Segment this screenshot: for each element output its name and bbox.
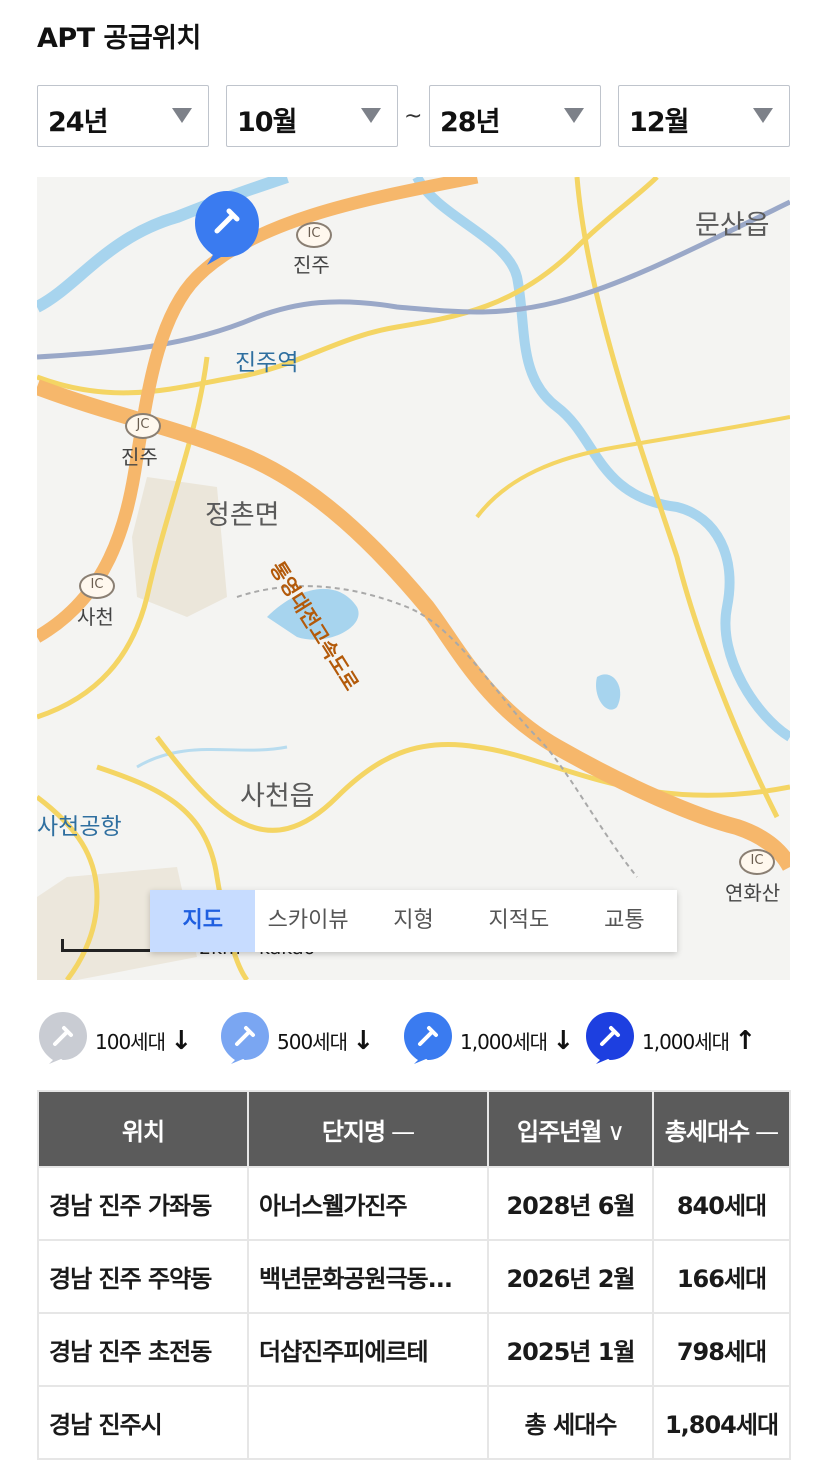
sort-icon: — [391,1117,415,1146]
marker-icon [586,1012,634,1064]
cell-complex: 백년문화공원극동... [247,1239,489,1314]
end-month-select[interactable]: 12월 [618,85,790,147]
ic-badge: IC [296,222,332,248]
map-label-jeongchon: 정촌면 [205,500,280,531]
map-base-layer [37,177,790,980]
legend-label: 500세대 ↓ [277,1026,374,1056]
table-row[interactable]: 경남 진주 초전동 더샵진주피에르테 2025년 1월 798세대 [37,1312,791,1387]
column-header-location: 위치 [37,1090,249,1168]
cell-move-in: 2025년 1월 [487,1312,654,1387]
cell-move-in: 2026년 2월 [487,1239,654,1314]
column-header-units[interactable]: 총세대수 — [652,1090,791,1168]
cell-location: 경남 진주 초전동 [37,1312,249,1387]
legend-label: 1,000세대 ↑ [642,1026,756,1056]
map-view[interactable]: IC 진주 진주역 JC 진주 정촌면 IC 사천 사천읍 사천공항 문산읍 I… [37,177,790,980]
chevron-down-icon [564,108,584,123]
column-header-move-in[interactable]: 입주년월 ∨ [487,1090,654,1168]
apartment-marker[interactable] [195,191,259,265]
jc-badge: JC [125,413,161,439]
map-label-jinju-jc: 진주 [121,445,158,469]
table-total-row: 경남 진주시 총 세대수 1,804세대 [37,1385,791,1460]
ic-badge: IC [739,849,775,875]
cell-units: 166세대 [652,1239,791,1314]
marker-icon [39,1012,87,1064]
chevron-down-icon [172,108,192,123]
tab-traffic[interactable]: 교통 [572,890,677,952]
legend-label: 100세대 ↓ [95,1026,192,1056]
table-row[interactable]: 경남 진주 가좌동 아너스웰가진주 2028년 6월 840세대 [37,1166,791,1241]
cell-location: 경남 진주 가좌동 [37,1166,249,1241]
end-month-value: 12월 [629,107,689,138]
marker-icon [221,1012,269,1064]
cell-total-location: 경남 진주시 [37,1385,249,1460]
start-month-value: 10월 [237,107,297,138]
tab-cadastral[interactable]: 지적도 [466,890,571,952]
cell-location: 경남 진주 주약동 [37,1239,249,1314]
sort-icon: — [755,1117,779,1146]
map-label-yeonhwa: 연화산 [725,881,781,905]
legend-label: 1,000세대 ↓ [460,1026,574,1056]
tab-map[interactable]: 지도 [150,890,256,952]
map-type-tabs: 지도 스카이뷰 지형 지적도 교통 [150,890,677,952]
start-year-select[interactable]: 24년 [37,85,209,147]
start-month-select[interactable]: 10월 [226,85,398,147]
map-label-munsan: 문산읍 [695,210,770,241]
marker-icon [404,1012,452,1064]
chevron-down-icon [361,108,381,123]
table-row[interactable]: 경남 진주 주약동 백년문화공원극동... 2026년 2월 166세대 [37,1239,791,1314]
table-header-row: 위치 단지명 — 입주년월 ∨ 총세대수 — [37,1090,791,1168]
cell-total-units: 1,804세대 [652,1385,791,1460]
end-year-select[interactable]: 28년 [429,85,601,147]
cell-move-in: 2028년 6월 [487,1166,654,1241]
map-label-jinju-station: 진주역 [235,350,299,376]
marker-legend: 100세대 ↓ 500세대 ↓ 1,000세대 ↓ 1,000세대 ↑ [37,1010,797,1064]
chevron-down-icon [753,108,773,123]
end-year-value: 28년 [440,107,500,138]
start-year-value: 24년 [48,107,108,138]
sort-desc-icon: ∨ [607,1117,625,1146]
cell-units: 798세대 [652,1312,791,1387]
page-title: APT 공급위치 [37,23,201,54]
cell-total-complex [247,1385,489,1460]
cell-complex: 더샵진주피에르테 [247,1312,489,1387]
range-separator: ~ [404,104,423,129]
map-label-jinju-ic: 진주 [293,253,330,277]
column-header-complex[interactable]: 단지명 — [247,1090,489,1168]
cell-complex: 아너스웰가진주 [247,1166,489,1241]
map-label-sacheon-ic: 사천 [77,605,114,629]
cell-total-label: 총 세대수 [487,1385,654,1460]
tab-terrain[interactable]: 지형 [361,890,466,952]
map-label-sacheon-eup: 사천읍 [240,781,315,812]
ic-badge: IC [79,573,115,599]
tab-skyview[interactable]: 스카이뷰 [255,890,360,952]
map-label-sacheon-airport: 사천공항 [37,814,122,840]
supply-table: 위치 단지명 — 입주년월 ∨ 총세대수 — 경남 진주 가좌동 아너스웰가진주 20… [37,1090,791,1460]
cell-units: 840세대 [652,1166,791,1241]
